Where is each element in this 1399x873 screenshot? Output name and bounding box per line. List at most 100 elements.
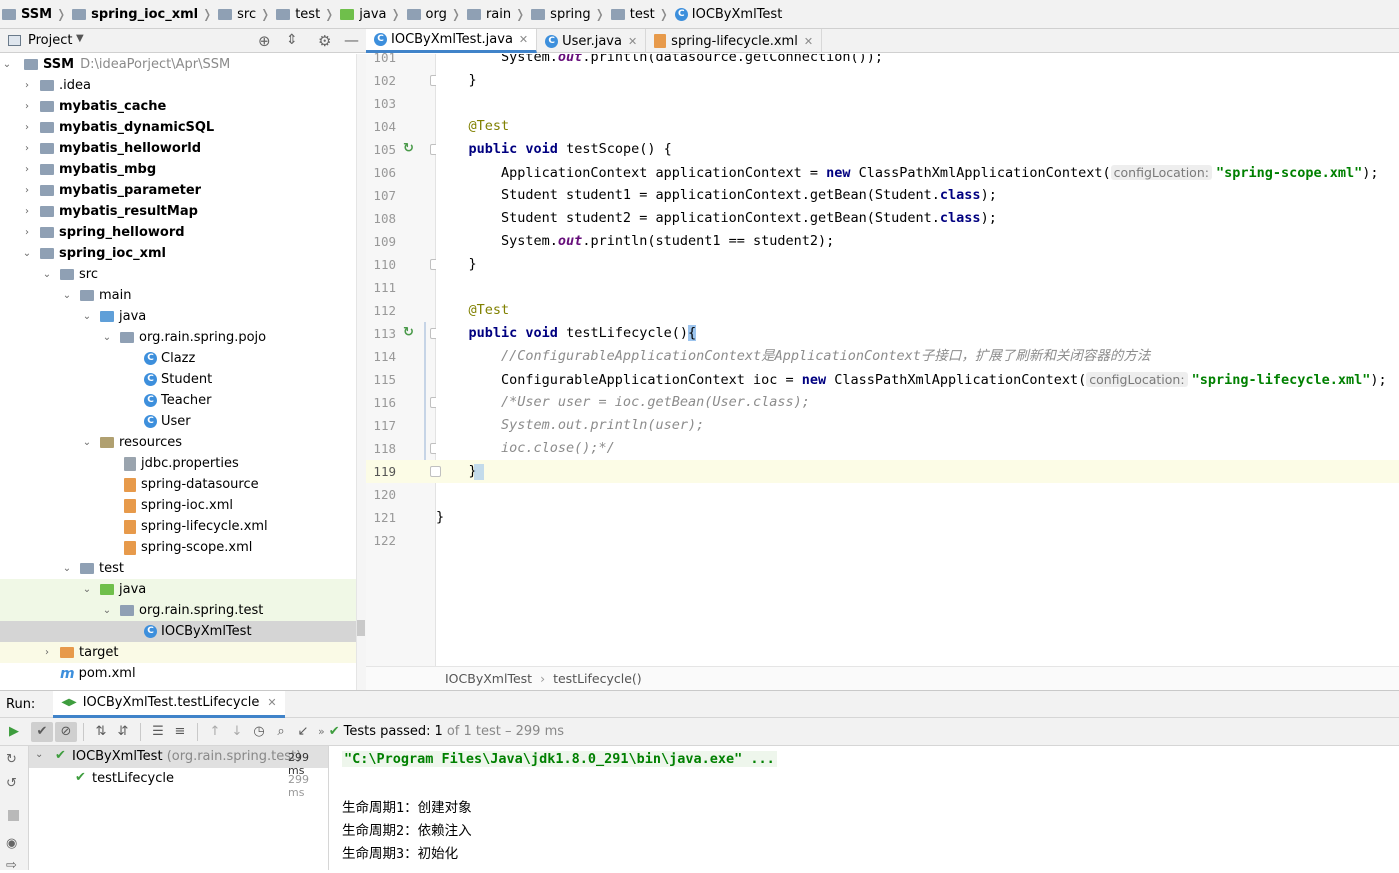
crumb-rain[interactable]: rain ❭ — [466, 0, 531, 28]
sort-alphabetically-icon[interactable]: ⇅ — [90, 722, 112, 742]
tree-item-pojo-package[interactable]: ⌄ org.rain.spring.pojo — [0, 327, 356, 348]
history-icon[interactable]: ◷ — [248, 722, 270, 742]
tree-item-mybatis-cache[interactable]: › mybatis_cache — [0, 96, 356, 117]
crumb-ssm[interactable]: SSM ❭ — [2, 0, 72, 28]
tree-item-spring-scope[interactable]: spring-scope.xml — [0, 537, 356, 558]
locate-icon[interactable]: ⊕ — [258, 32, 271, 50]
code-editor[interactable]: System.out.println(datasource.getConnect… — [436, 54, 1399, 666]
run-test-icon[interactable]: ↻ — [403, 142, 417, 156]
crumb-module[interactable]: spring_ioc_xml ❭ — [72, 0, 218, 28]
tree-item-mybatis-parameter[interactable]: › mybatis_parameter — [0, 180, 356, 201]
tree-item-mybatis-resultmap[interactable]: › mybatis_resultMap — [0, 201, 356, 222]
search-icon[interactable]: ⌕ — [270, 722, 292, 742]
collapsed-arrow-icon[interactable]: › — [20, 185, 34, 196]
expanded-arrow-icon[interactable]: ⌄ — [80, 584, 94, 595]
tree-item-pom[interactable]: m pom.xml — [0, 663, 356, 684]
tree-item-clazz[interactable]: C Clazz — [0, 348, 356, 369]
expanded-arrow-icon[interactable]: ⌄ — [20, 248, 34, 259]
expanded-arrow-icon[interactable]: ⌄ — [80, 437, 94, 448]
export-icon[interactable]: ↙ — [292, 722, 314, 742]
tree-item-test-java[interactable]: ⌄ java — [0, 579, 356, 600]
tree-item-spring-lifecycle[interactable]: spring-lifecycle.xml — [0, 516, 356, 537]
tree-item-jdbc-properties[interactable]: jdbc.properties — [0, 453, 356, 474]
run-test-icon[interactable]: ↻ — [403, 326, 417, 340]
expanded-arrow-icon[interactable]: ⌄ — [0, 59, 14, 70]
show-passed-icon[interactable]: ✔ — [31, 721, 53, 742]
tree-item-student[interactable]: C Student — [0, 369, 356, 390]
tree-item-iocbyxmltest[interactable]: C IOCByXmlTest — [0, 621, 356, 642]
close-icon[interactable]: ✕ — [519, 33, 528, 46]
stop-icon[interactable] — [8, 810, 19, 821]
dropdown-icon[interactable]: ▼ — [76, 33, 84, 44]
collapsed-arrow-icon[interactable]: › — [20, 122, 34, 133]
crumb-test-pkg[interactable]: test ❭ — [610, 0, 675, 28]
show-ignored-icon[interactable]: ⊘ — [55, 721, 77, 742]
tree-item-src[interactable]: ⌄ src — [0, 264, 356, 285]
tree-item-spring-ioc-file[interactable]: spring-ioc.xml — [0, 495, 356, 516]
more-icon[interactable]: » — [318, 725, 325, 738]
tree-item-test[interactable]: ⌄ test — [0, 558, 356, 579]
crumb-test[interactable]: test ❭ — [276, 0, 340, 28]
rerun-failed-icon[interactable]: ↻ — [6, 752, 17, 767]
expanded-arrow-icon[interactable]: ⌄ — [60, 563, 74, 574]
collapse-all-icon[interactable]: ⇕ — [286, 32, 298, 48]
tree-item-spring-helloword[interactable]: › spring_helloword — [0, 222, 356, 243]
crumb-org[interactable]: org ❭ — [406, 0, 467, 28]
tree-item-test-package[interactable]: ⌄ org.rain.spring.test — [0, 600, 356, 621]
tree-item-ssm[interactable]: ⌄ SSM D:\ideaPorject\Apr\SSM — [0, 54, 356, 75]
fold-marker-icon[interactable] — [430, 466, 441, 477]
camera-icon[interactable]: ◉ — [6, 836, 17, 851]
tree-item-spring-datasource[interactable]: spring-datasource — [0, 474, 356, 495]
tree-item-teacher[interactable]: C Teacher — [0, 390, 356, 411]
expanded-arrow-icon[interactable]: ⌄ — [35, 749, 43, 760]
tree-item-mybatis-dynamicsql[interactable]: › mybatis_dynamicSQL — [0, 117, 356, 138]
pin-icon[interactable]: ⇨ — [6, 858, 17, 873]
crumb-java[interactable]: java ❭ — [340, 0, 406, 28]
expanded-arrow-icon[interactable]: ⌄ — [100, 605, 114, 616]
collapsed-arrow-icon[interactable]: › — [20, 101, 34, 112]
close-icon[interactable]: ✕ — [804, 35, 813, 48]
tree-item-spring-ioc-xml[interactable]: ⌄ spring_ioc_xml — [0, 243, 356, 264]
tree-item-user[interactable]: C User — [0, 411, 356, 432]
tree-item-main[interactable]: ⌄ main — [0, 285, 356, 306]
tree-scrollbar[interactable] — [356, 54, 366, 690]
run-config-tab[interactable]: ◀▶ IOCByXmlTest.testLifecycle ✕ — [53, 690, 285, 718]
tree-item-resources[interactable]: ⌄ resources — [0, 432, 356, 453]
console-output[interactable]: "C:\Program Files\Java\jdk1.8.0_291\bin\… — [330, 746, 1399, 870]
sort-by-duration-icon[interactable]: ⇵ — [112, 722, 134, 742]
rerun-icon[interactable]: ▶ — [3, 722, 25, 742]
test-method-row[interactable]: testLifecycle — [92, 771, 174, 786]
toggle-autotest-icon[interactable]: ↺ — [6, 776, 17, 791]
collapse-all-icon[interactable]: ≡ — [169, 722, 191, 742]
tree-item-mybatis-helloworld[interactable]: › mybatis_helloworld — [0, 138, 356, 159]
expand-all-icon[interactable]: ☰ — [147, 722, 169, 742]
expanded-arrow-icon[interactable]: ⌄ — [100, 332, 114, 343]
previous-failed-icon[interactable]: ↑ — [204, 722, 226, 742]
tree-item-target[interactable]: › target — [0, 642, 356, 663]
collapsed-arrow-icon[interactable]: › — [20, 206, 34, 217]
project-view-selector[interactable]: Project — [28, 33, 72, 48]
breadcrumb-class[interactable]: IOCByXmlTest — [445, 671, 532, 686]
collapsed-arrow-icon[interactable]: › — [20, 143, 34, 154]
crumb-src[interactable]: src ❭ — [218, 0, 276, 28]
tree-item-mybatis-mbg[interactable]: › mybatis_mbg — [0, 159, 356, 180]
test-suite-row[interactable]: IOCByXmlTest (org.rain.spring.test) — [72, 749, 301, 764]
tree-item-main-java[interactable]: ⌄ java — [0, 306, 356, 327]
tab-spring-lifecycle[interactable]: spring-lifecycle.xml ✕ — [646, 29, 823, 53]
expanded-arrow-icon[interactable]: ⌄ — [80, 311, 94, 322]
collapsed-arrow-icon[interactable]: › — [20, 227, 34, 238]
close-icon[interactable]: ✕ — [628, 35, 637, 48]
collapsed-arrow-icon[interactable]: › — [20, 164, 34, 175]
expanded-arrow-icon[interactable]: ⌄ — [40, 269, 54, 280]
crumb-spring[interactable]: spring ❭ — [531, 0, 611, 28]
tab-user[interactable]: C User.java ✕ — [537, 29, 647, 53]
next-failed-icon[interactable]: ↓ — [226, 722, 248, 742]
expanded-arrow-icon[interactable]: ⌄ — [60, 290, 74, 301]
crumb-class[interactable]: C IOCByXmlTest — [674, 0, 782, 28]
tree-item-idea[interactable]: › .idea — [0, 75, 356, 96]
hide-panel-icon[interactable]: — — [344, 31, 359, 49]
breadcrumb-method[interactable]: testLifecycle() — [553, 671, 642, 686]
tree-scrollbar-thumb[interactable] — [357, 620, 365, 636]
close-icon[interactable]: ✕ — [267, 696, 276, 709]
gear-icon[interactable]: ⚙ — [318, 32, 331, 50]
